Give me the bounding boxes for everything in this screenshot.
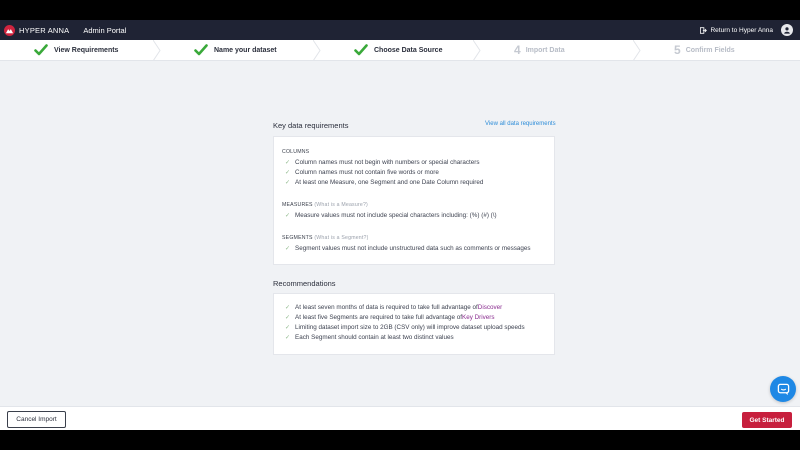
logo-icon	[4, 24, 15, 36]
step-number: 5	[674, 43, 681, 57]
check-icon	[354, 44, 368, 56]
check-icon: ✓	[285, 325, 291, 331]
step-confirm-fields: 5 Confirm Fields	[640, 40, 800, 60]
portal-title: Admin Portal	[83, 25, 127, 35]
step-label: Name your dataset	[214, 46, 277, 54]
main-content: Key data requirements View all data requ…	[0, 61, 800, 406]
check-icon: ✓	[285, 170, 291, 176]
list-item: ✓ At least one Measure, one Segment and o…	[285, 179, 484, 186]
footer-bar: Cancel Import Get Started	[0, 406, 800, 430]
view-all-requirements-link[interactable]: View all data requirements	[485, 121, 556, 127]
check-icon: ✓	[285, 335, 291, 341]
step-label: Import Data	[525, 46, 565, 54]
brand-name: HYPER ANNA	[19, 25, 70, 35]
list-item: ✓ Segment values must not include unstruc…	[285, 245, 531, 252]
check-icon: ✓	[285, 305, 291, 311]
check-icon: ✓	[285, 160, 291, 166]
step-choose-source[interactable]: Choose Data Source	[320, 40, 481, 61]
requirements-title: Key data requirements	[273, 121, 349, 130]
check-icon: ✓	[285, 246, 291, 252]
list-item: ✓ Measure values must not include special…	[285, 212, 497, 219]
check-icon	[194, 44, 208, 56]
what-is-segment-link[interactable]: (What is a Segment?)	[314, 235, 368, 241]
measures-heading: MEASURES (What is a Measure?)	[282, 202, 368, 208]
return-link[interactable]: Return to Hyper Anna	[700, 27, 773, 34]
chat-button[interactable]	[770, 376, 796, 402]
list-item: ✓ Each Segment should contain at least tw…	[285, 334, 454, 341]
step-label: View Requirements	[54, 46, 119, 54]
list-item: ✓ At least five Segments are required to …	[285, 314, 495, 321]
step-label: Choose Data Source	[374, 46, 443, 54]
step-import-data: 4 Import Data	[480, 40, 641, 61]
list-item: ✓ Limiting dataset import size to 2GB (CS…	[285, 324, 525, 331]
list-item: ✓ Column names must not contain five word…	[285, 169, 439, 176]
recommendations-card: ✓ At least seven months of data is requir…	[273, 293, 555, 355]
step-number: 4	[514, 43, 521, 57]
top-nav: HYPER ANNA Admin Portal Return to Hyper …	[0, 20, 800, 40]
recommendations-title: Recommendations	[273, 279, 336, 288]
step-label: Confirm Fields	[685, 46, 735, 54]
return-label: Return to Hyper Anna	[710, 26, 773, 34]
cancel-import-button[interactable]: Cancel Import	[7, 411, 66, 428]
key-drivers-link[interactable]: Key Drivers	[462, 314, 495, 321]
what-is-measure-link[interactable]: (What is a Measure?)	[314, 202, 368, 208]
check-icon	[34, 44, 48, 56]
avatar[interactable]	[781, 24, 793, 36]
exit-icon	[700, 26, 708, 34]
list-item: ✓ Column names must not begin with number…	[285, 159, 480, 166]
list-item: ✓ At least seven months of data is requir…	[285, 304, 503, 311]
logo[interactable]: HYPER ANNA	[4, 20, 69, 40]
step-name-dataset[interactable]: Name your dataset	[160, 40, 321, 61]
segments-heading: SEGMENTS (What is a Segment?)	[282, 235, 369, 241]
user-icon	[784, 27, 790, 34]
columns-heading: COLUMNS	[282, 149, 310, 155]
discover-link[interactable]: Discover	[478, 304, 503, 311]
check-icon: ✓	[285, 180, 291, 186]
step-progress: View Requirements Name your dataset Choo…	[0, 40, 800, 61]
check-icon: ✓	[285, 213, 291, 219]
requirements-card: COLUMNS ✓ Column names must not begin wit…	[273, 136, 555, 265]
chat-icon	[777, 383, 789, 395]
app-frame: HYPER ANNA Admin Portal Return to Hyper …	[0, 20, 800, 430]
get-started-button[interactable]: Get Started	[742, 412, 792, 428]
step-view-requirements[interactable]: View Requirements	[0, 40, 161, 61]
check-icon: ✓	[285, 315, 291, 321]
